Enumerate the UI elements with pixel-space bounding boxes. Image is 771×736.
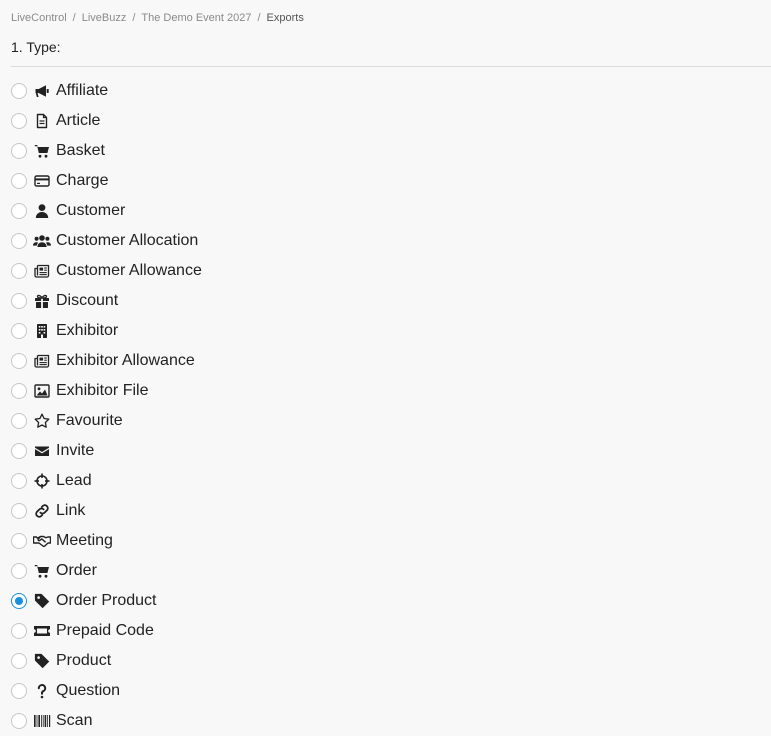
type-option[interactable]: Prepaid Code bbox=[11, 616, 202, 646]
link-icon bbox=[33, 502, 51, 520]
option-label: Question bbox=[56, 682, 121, 699]
users-icon bbox=[33, 232, 51, 250]
type-option[interactable]: Exhibitor Allowance bbox=[11, 346, 202, 376]
radio-button[interactable] bbox=[11, 683, 27, 699]
cart-icon bbox=[33, 562, 51, 580]
megaphone-icon bbox=[33, 82, 51, 100]
building-icon bbox=[33, 322, 51, 340]
option-label: Exhibitor bbox=[56, 322, 119, 339]
radio-button[interactable] bbox=[11, 473, 27, 489]
barcode-icon bbox=[33, 712, 51, 730]
breadcrumb-separator: / bbox=[72, 12, 76, 24]
ticket-icon bbox=[33, 622, 51, 640]
type-option[interactable]: Discount bbox=[11, 286, 202, 316]
option-label: Order bbox=[56, 562, 97, 579]
option-label: Customer Allowance bbox=[56, 262, 202, 279]
type-option[interactable]: Order bbox=[11, 556, 202, 586]
option-label: Basket bbox=[56, 142, 105, 159]
radio-button[interactable] bbox=[11, 263, 27, 279]
option-label: Discount bbox=[56, 292, 119, 309]
breadcrumb-item-livecontrol[interactable]: LiveControl bbox=[11, 12, 67, 24]
radio-button[interactable] bbox=[11, 203, 27, 219]
breadcrumb: LiveControl / LiveBuzz / The Demo Event 2027… bbox=[11, 11, 304, 25]
option-label: Meeting bbox=[56, 532, 113, 549]
option-label: Product bbox=[56, 652, 112, 669]
type-option[interactable]: Meeting bbox=[11, 526, 202, 556]
tag-icon bbox=[33, 652, 51, 670]
type-option[interactable]: Customer bbox=[11, 196, 202, 226]
option-label: Customer bbox=[56, 202, 126, 219]
option-label: Affiliate bbox=[56, 82, 109, 99]
type-option[interactable]: Invite bbox=[11, 436, 202, 466]
radio-button[interactable] bbox=[11, 353, 27, 369]
tag-icon bbox=[33, 592, 51, 610]
option-label: Article bbox=[56, 112, 101, 129]
radio-button[interactable] bbox=[11, 323, 27, 339]
image-icon bbox=[33, 382, 51, 400]
type-option[interactable]: Question bbox=[11, 676, 202, 706]
file-text-icon bbox=[33, 112, 51, 130]
user-icon bbox=[33, 202, 51, 220]
breadcrumb-item-livebuzz[interactable]: LiveBuzz bbox=[82, 12, 127, 24]
radio-button[interactable] bbox=[11, 413, 27, 429]
question-icon bbox=[33, 682, 51, 700]
cart-icon bbox=[33, 142, 51, 160]
handshake-icon bbox=[33, 532, 51, 550]
radio-button[interactable] bbox=[11, 233, 27, 249]
option-label: Charge bbox=[56, 172, 109, 189]
newspaper-icon bbox=[33, 262, 51, 280]
radio-button[interactable] bbox=[11, 173, 27, 189]
option-label: Order Product bbox=[56, 592, 157, 609]
divider bbox=[11, 66, 771, 67]
type-option[interactable]: Exhibitor File bbox=[11, 376, 202, 406]
option-label: Exhibitor File bbox=[56, 382, 149, 399]
option-label: Customer Allocation bbox=[56, 232, 199, 249]
option-label: Scan bbox=[56, 712, 93, 729]
type-option[interactable]: Link bbox=[11, 496, 202, 526]
breadcrumb-separator: / bbox=[257, 12, 261, 24]
type-option[interactable]: Customer Allocation bbox=[11, 226, 202, 256]
gift-icon bbox=[33, 292, 51, 310]
type-option[interactable]: Customer Allowance bbox=[11, 256, 202, 286]
type-option[interactable]: Order Product bbox=[11, 586, 202, 616]
star-icon bbox=[33, 412, 51, 430]
envelope-icon bbox=[33, 442, 51, 460]
newspaper-icon bbox=[33, 352, 51, 370]
option-label: Favourite bbox=[56, 412, 123, 429]
radio-button[interactable] bbox=[11, 143, 27, 159]
option-label: Exhibitor Allowance bbox=[56, 352, 195, 369]
option-label: Link bbox=[56, 502, 86, 519]
radio-button[interactable] bbox=[11, 713, 27, 729]
radio-button[interactable] bbox=[11, 293, 27, 309]
radio-button[interactable] bbox=[11, 653, 27, 669]
type-option[interactable]: Favourite bbox=[11, 406, 202, 436]
radio-button[interactable] bbox=[11, 443, 27, 459]
type-option[interactable]: Lead bbox=[11, 466, 202, 496]
radio-button[interactable] bbox=[11, 383, 27, 399]
type-option[interactable]: Basket bbox=[11, 136, 202, 166]
radio-button[interactable] bbox=[11, 563, 27, 579]
type-option[interactable]: Product bbox=[11, 646, 202, 676]
type-option[interactable]: Affiliate bbox=[11, 76, 202, 106]
type-option[interactable]: Article bbox=[11, 106, 202, 136]
crosshairs-icon bbox=[33, 472, 51, 490]
radio-button[interactable] bbox=[11, 623, 27, 639]
radio-button-checked[interactable] bbox=[11, 593, 27, 609]
radio-button[interactable] bbox=[11, 83, 27, 99]
radio-button[interactable] bbox=[11, 113, 27, 129]
type-radio-group: Affiliate Article Basket Charge Customer Cust… bbox=[11, 76, 202, 736]
credit-card-icon bbox=[33, 172, 51, 190]
type-option[interactable]: Exhibitor bbox=[11, 316, 202, 346]
radio-button[interactable] bbox=[11, 533, 27, 549]
breadcrumb-item-event[interactable]: The Demo Event 2027 bbox=[141, 12, 251, 24]
type-option[interactable]: Scan bbox=[11, 706, 202, 736]
breadcrumb-separator: / bbox=[132, 12, 136, 24]
option-label: Prepaid Code bbox=[56, 622, 154, 639]
option-label: Lead bbox=[56, 472, 92, 489]
type-option[interactable]: Charge bbox=[11, 166, 202, 196]
section-title: 1. Type: bbox=[11, 39, 61, 55]
radio-button[interactable] bbox=[11, 503, 27, 519]
option-label: Invite bbox=[56, 442, 95, 459]
breadcrumb-item-exports: Exports bbox=[266, 12, 304, 24]
